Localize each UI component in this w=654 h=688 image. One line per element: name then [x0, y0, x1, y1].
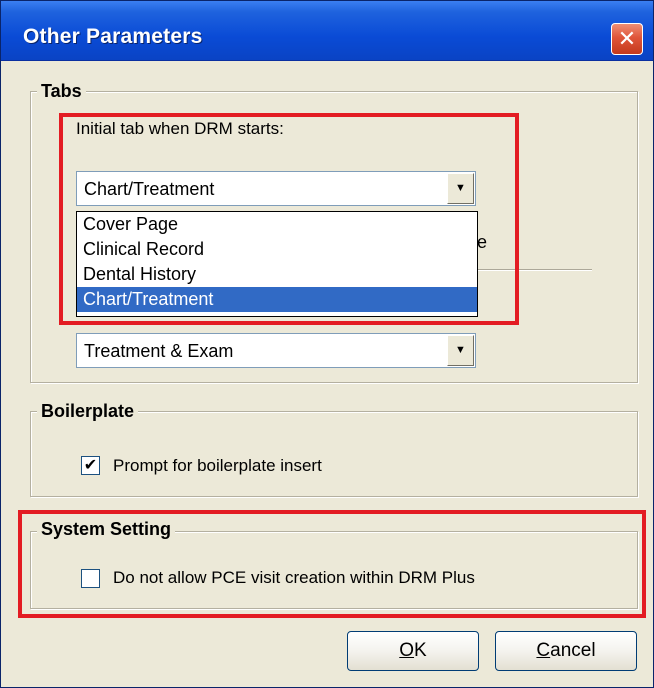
ok-label-rest: K — [414, 640, 427, 661]
second-tab-select[interactable]: Treatment & Exam ▼ — [76, 333, 476, 368]
other-parameters-dialog: Other Parameters ✕ Tabs Initial tab when… — [0, 0, 654, 688]
boilerplate-group — [30, 411, 638, 497]
cancel-button[interactable]: Cancel — [495, 631, 637, 671]
boilerplate-prompt-checkbox[interactable]: ✔ — [81, 456, 100, 475]
close-icon[interactable]: ✕ — [611, 23, 643, 55]
cancel-accelerator: C — [536, 640, 551, 661]
ok-accelerator: O — [399, 640, 415, 661]
dialog-title: Other Parameters — [23, 25, 203, 48]
ok-button[interactable]: OK — [347, 631, 479, 671]
system-setting-highlight — [18, 510, 646, 618]
initial-tab-highlight — [59, 113, 519, 325]
cancel-label-rest: ancel — [550, 640, 596, 661]
chevron-down-icon[interactable]: ▼ — [447, 335, 474, 366]
tabs-group-label: Tabs — [37, 81, 86, 102]
boilerplate-group-label: Boilerplate — [37, 401, 139, 422]
second-tab-value: Treatment & Exam — [84, 341, 234, 361]
title-bar[interactable]: Other Parameters ✕ — [1, 1, 653, 61]
boilerplate-prompt-label[interactable]: Prompt for boilerplate insert — [113, 456, 322, 476]
